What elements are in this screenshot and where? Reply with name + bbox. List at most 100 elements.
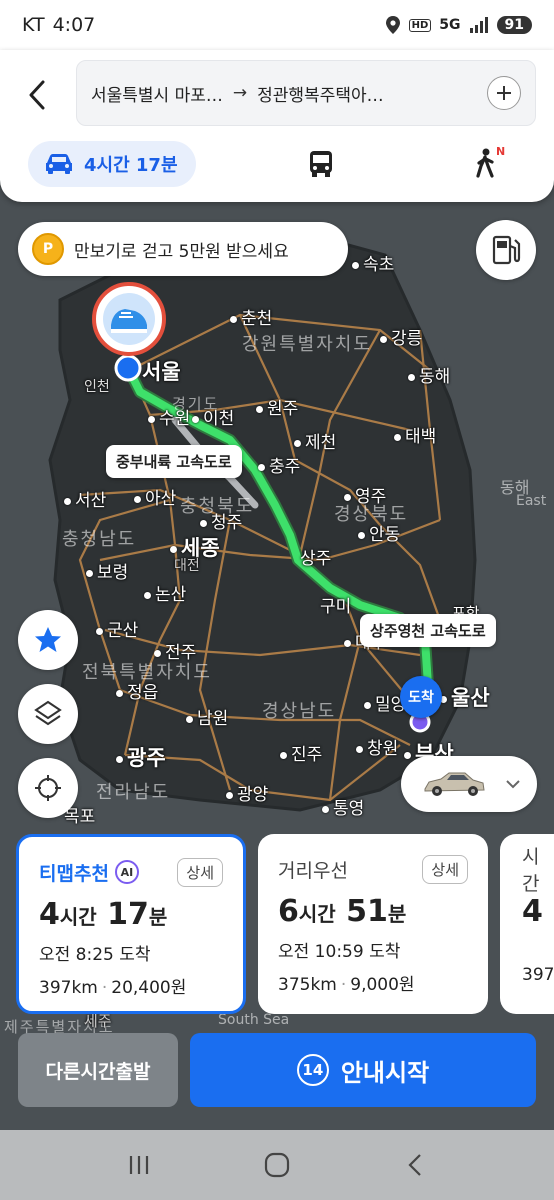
city-label: 보령 [86,558,128,583]
route-meta: 397km · 20,400원 [39,978,187,998]
region-label: 강원특별자치도 [242,334,372,355]
tab-transit[interactable] [308,150,334,182]
route-card-recommended[interactable]: 티맵추천 AI 상세 4시간 17분 오전 8:25 도착 397km · 20,4… [16,834,246,1014]
recent-apps-button[interactable] [119,1145,159,1185]
layers-icon [34,700,62,726]
route-meta: 397 [522,965,554,985]
bus-icon [310,151,332,177]
city-label: 안동 [358,520,400,545]
5g-icon: 5G [439,17,461,33]
city-label: 전주 [154,638,196,663]
chevron-down-icon [506,780,520,789]
promo-text: 만보기로 걷고 5만원 받으세요 [74,241,289,262]
battery-indicator: 91 [496,16,532,34]
city-label: 광주 [116,742,166,772]
city-label: 충주 [258,452,300,477]
home-icon [264,1152,290,1178]
city-label: 구미 [320,597,352,617]
route-duration: 4 [522,894,543,929]
city-label: 통영 [322,794,364,819]
status-bar: KT 4:07 HD 5G 91 [0,0,554,50]
city-label: 태백 [394,422,436,447]
add-waypoint-button[interactable] [487,76,521,110]
route-input[interactable]: 서울특별시 마포… → 정관행복주택아… [76,60,536,126]
detail-button[interactable]: 상세 [177,857,223,887]
current-location-button[interactable] [18,758,78,818]
start-label: 안내시작 [340,1058,430,1087]
city-label: 군산 [96,616,138,641]
recent-apps-icon [129,1156,149,1174]
system-nav-bar [0,1130,554,1200]
sea-label: East [516,493,547,509]
route-search-panel: 서울특별시 마포… → 정관행복주택아… 4시간 17분 N [0,50,554,202]
depart-other-time-button[interactable]: 다른시간출발 [18,1033,178,1107]
arrival-time: 오전 8:25 도착 [39,945,151,965]
countdown-badge: 14 [296,1054,329,1086]
gas-station-button[interactable] [476,220,536,280]
arrive-marker[interactable]: 도착 [400,676,442,718]
city-label: 이천 [192,404,234,429]
car-duration: 4시간 17분 [84,155,178,176]
tab-walk[interactable]: N [474,145,505,182]
point-coin-icon: P [32,233,64,265]
back-arrow-icon [29,80,45,110]
star-icon [35,627,61,652]
sneaker-icon [103,293,155,345]
route-duration: 6시간 51분 [278,894,407,929]
route-meta: 375km · 9,000원 [278,975,415,995]
region-label: 전라남도 [96,782,171,803]
detail-button[interactable]: 상세 [422,854,468,884]
road-label[interactable]: 중부내륙 고속도로 [106,445,242,478]
route-name: 시간 [522,846,540,895]
start-navigation-button[interactable]: 14 안내시작 [190,1033,536,1107]
back-icon [408,1154,421,1176]
map-layers-button[interactable] [18,684,78,744]
pedometer-promo-banner[interactable]: P 만보기로 걷고 5만원 받으세요 [18,222,348,276]
region-label: 충청남도 [62,529,137,550]
destination-text[interactable]: 정관행복주택아… [257,81,383,106]
city-label: 남원 [186,704,228,729]
route-card-fastest[interactable]: 시간 4 - 397 [500,834,554,1014]
city-label: 상주 [300,549,332,569]
city-label: 창원 [356,734,398,759]
city-label: 춘천 [230,304,272,329]
vehicle-type-selector[interactable] [401,756,537,812]
carrier: KT [22,14,45,36]
origin-text[interactable]: 서울특별시 마포… [91,81,223,106]
hd-icon: HD [408,18,432,32]
road-label[interactable]: 상주영천 고속도로 [360,614,496,647]
region-label: 경상남도 [262,701,337,722]
home-button[interactable] [257,1145,297,1185]
city-label: 제천 [294,428,336,453]
city-label: 속초 [352,250,394,275]
route-name: 거리우선 [278,859,348,882]
route-arrow: → [232,83,248,103]
location-icon [385,16,400,34]
walking-icon [476,148,494,178]
city-label: 서산 [64,486,106,511]
route-card-shortest[interactable]: 거리우선 상세 6시간 51분 오전 10:59 도착 375km · 9,000원 [258,834,488,1014]
city-label: 논산 [144,580,186,605]
route-options: 티맵추천 AI 상세 4시간 17분 오전 8:25 도착 397km · 20,4… [0,834,554,1014]
transport-mode-tabs: 4시간 17분 N [0,138,554,190]
route-duration: 4시간 17분 [39,897,168,932]
city-label: 대전 [174,558,200,574]
tab-car[interactable]: 4시간 17분 [28,141,196,187]
car-icon [46,154,72,174]
city-label: 원주 [256,394,298,419]
sea-label: South Sea [218,1012,290,1028]
city-label: 수원 [148,404,190,429]
back-nav-button[interactable] [395,1145,435,1185]
start-marker-avatar[interactable] [92,282,166,356]
favorites-button[interactable] [18,610,78,670]
city-label: 광양 [226,780,268,805]
city-label: 인천 [84,379,110,395]
city-label: 아산 [134,484,176,509]
city-label: 정읍 [116,678,158,703]
route-name: 티맵추천 AI [39,859,139,886]
city-label: 울산 [440,682,490,712]
back-button[interactable] [22,78,52,112]
ai-badge: AI [114,860,139,884]
city-label: 동해 [408,362,450,387]
city-label: 영주 [344,482,386,507]
